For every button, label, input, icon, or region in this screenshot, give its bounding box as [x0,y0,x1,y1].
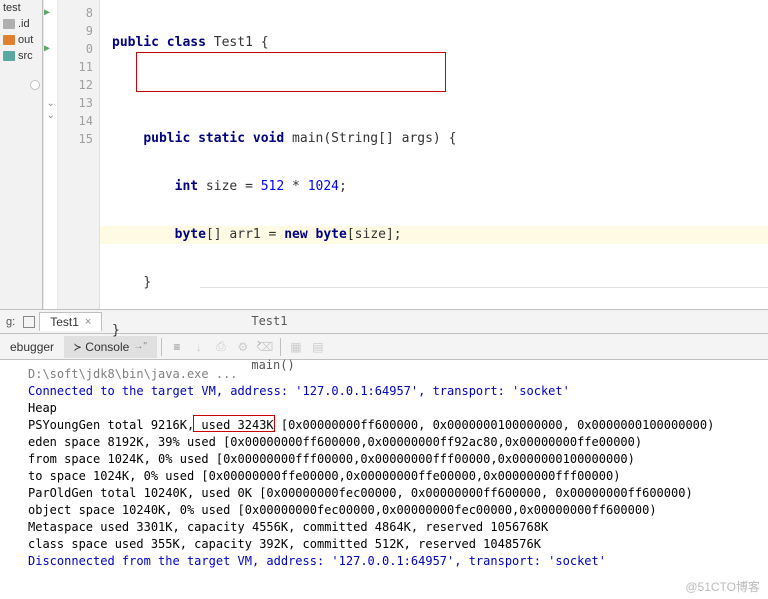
code-line[interactable]: public class Test1 { [100,34,768,52]
console-line: Disconnected from the target VM, address… [28,553,764,570]
chevron-right-icon: › [255,336,262,350]
sidebar-item-label: out [18,34,33,46]
sidebar-item-label: src [18,50,33,62]
breakpoint-icon[interactable] [30,80,40,90]
editor-area: test .id out src ⌄ ⌄ ▶8 9 ▶0 11 12 13 14… [0,0,768,310]
code-line[interactable]: public static void main(String[] args) { [100,130,768,148]
console-line: from space 1024K, 0% used [0x00000000fff… [28,451,764,468]
line-number[interactable]: ▶8 [58,4,93,22]
console-line: PSYoungGen total 9216K, used 3243K [0x00… [28,417,764,434]
run-tab[interactable]: Test1 × [39,312,102,331]
console-output[interactable]: D:\soft\jdk8\bin\java.exe ... Connected … [0,360,768,576]
code-line[interactable]: int size = 512 * 1024; [100,178,768,196]
tab-debugger[interactable]: ebugger [0,336,64,358]
folder-icon [3,35,15,45]
folder-icon [3,51,15,61]
folder-icon [3,19,15,29]
tab-label: Test1 [50,315,79,329]
sidebar-item-label: test [3,2,21,14]
console-line: object space 10240K, 0% used [0x00000000… [28,502,764,519]
run-icon[interactable]: ▶ [44,40,50,58]
chevron-down-icon[interactable]: ⌄ [47,100,55,108]
chevron-down-icon[interactable]: ⌄ [47,112,55,120]
console-line: D:\soft\jdk8\bin\java.exe ... [28,366,764,383]
sidebar-item-out[interactable]: out [0,32,42,48]
sidebar-item-idea[interactable]: .id [0,16,42,32]
console-line: Connected to the target VM, address: '12… [28,383,764,400]
close-icon[interactable]: × [85,316,91,328]
console-line: ParOldGen total 10240K, used 0K [0x00000… [28,485,764,502]
panel-label: g: [6,316,15,328]
console-icon: ≻ [74,340,81,354]
sidebar-item-test[interactable]: test [0,0,42,16]
line-number[interactable]: 12 [58,76,93,94]
line-number[interactable]: ▶0 [58,40,93,58]
breadcrumb[interactable]: Test1 › main() [200,287,768,309]
code-line[interactable]: byte[] arr1 = new byte[size]; [100,226,768,244]
code-editor[interactable]: public class Test1 { public static void … [100,0,768,309]
watermark: @51CTO博客 [685,578,760,595]
project-sidebar[interactable]: test .id out src [0,0,43,309]
console-line: to space 1024K, 0% used [0x00000000ffe00… [28,468,764,485]
line-number[interactable]: 13 [58,94,93,112]
line-number[interactable]: 15 [58,130,93,148]
run-icon[interactable]: ▶ [44,4,50,22]
sidebar-item-src[interactable]: src [0,48,42,64]
restore-icon[interactable] [23,316,35,328]
line-number[interactable]: 9 [58,22,93,40]
sidebar-item-label: .id [18,18,30,30]
line-number[interactable]: 14 [58,112,93,130]
code-line[interactable] [100,82,768,100]
breadcrumb-item[interactable]: Test1 [251,314,287,328]
line-number[interactable]: 11 [58,58,93,76]
console-line: eden space 8192K, 39% used [0x00000000ff… [28,434,764,451]
console-line: Metaspace used 3301K, capacity 4556K, co… [28,519,764,536]
console-line: class space used 355K, capacity 392K, co… [28,536,764,553]
code-line[interactable]: } [100,322,768,340]
console-line: Heap [28,400,764,417]
line-number-gutter: ▶8 9 ▶0 11 12 13 14 15 [58,0,100,309]
